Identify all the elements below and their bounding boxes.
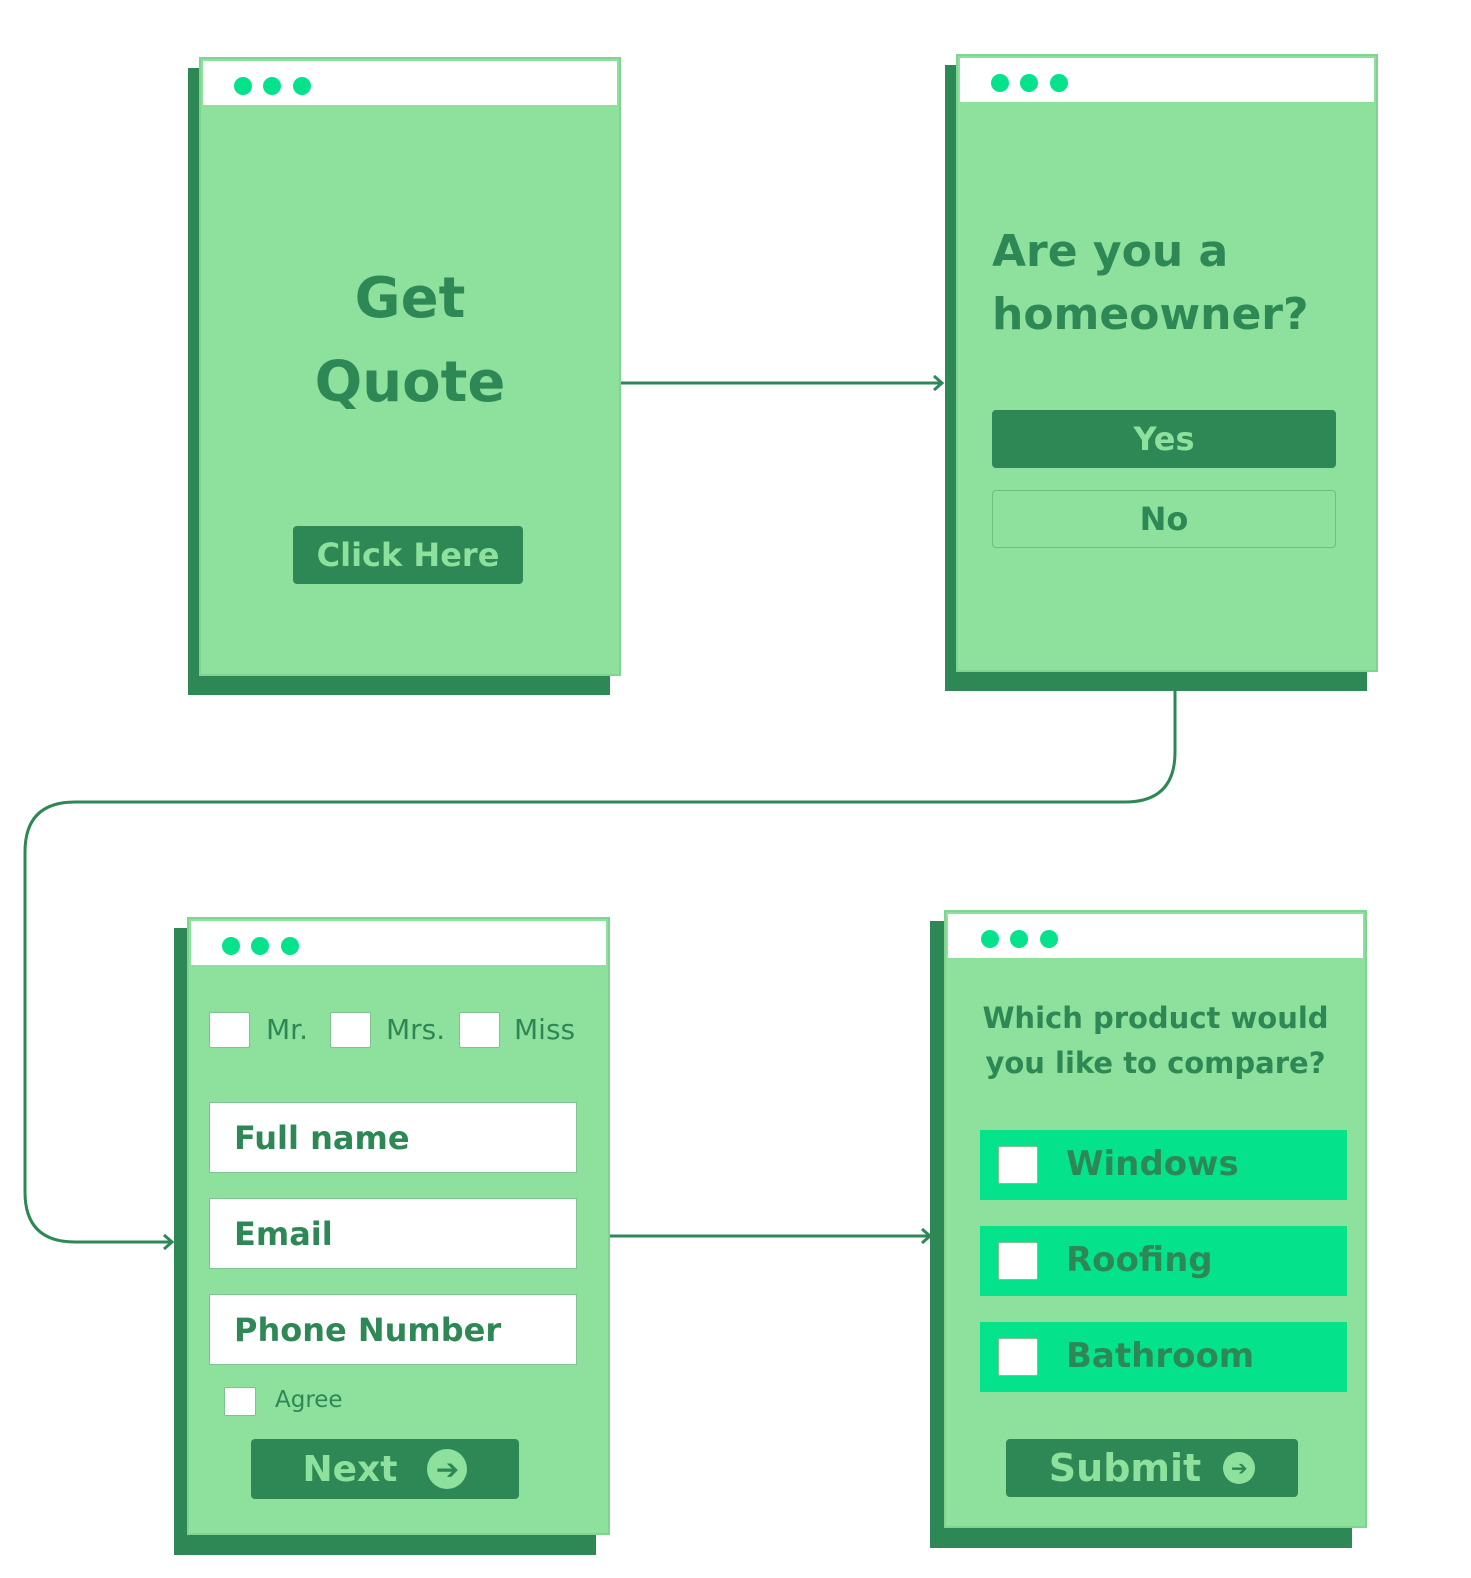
screen-homeowner: Are you a homeowner? Yes No (956, 54, 1378, 672)
next-button[interactable]: Next ➔ (251, 1439, 519, 1499)
mrs-checkbox[interactable] (330, 1012, 371, 1048)
yes-button[interactable]: Yes (992, 410, 1336, 468)
screen-product: Which product would you like to compare? … (944, 910, 1367, 1528)
mr-checkbox[interactable] (209, 1012, 250, 1048)
email-field[interactable]: Email (209, 1198, 577, 1269)
option-roofing[interactable]: Roofing (980, 1226, 1347, 1296)
mrs-label: Mrs. (386, 1013, 446, 1046)
title-line: Quote (314, 350, 506, 415)
question: Which product would you like to compare? (946, 996, 1365, 1086)
phone-field[interactable]: Phone Number (209, 1294, 577, 1365)
page-title: Get Quote (201, 257, 619, 425)
screen-get-quote: Get Quote Click Here (199, 57, 621, 676)
agree-label: Agree (275, 1387, 343, 1413)
window-titlebar (203, 61, 617, 105)
option-checkbox[interactable] (998, 1338, 1038, 1376)
question-line: Are you a (992, 226, 1229, 277)
title-line: Get (354, 266, 466, 331)
arrow-3-to-4 (609, 1227, 933, 1245)
window-dot-icon (222, 937, 240, 955)
window-titlebar (948, 914, 1363, 958)
arrow-right-circle-icon: ➔ (427, 1449, 468, 1489)
option-checkbox[interactable] (998, 1146, 1038, 1184)
window-dot-icon (1050, 74, 1068, 92)
window-dot-icon (1040, 930, 1058, 948)
option-label: Windows (1066, 1144, 1239, 1184)
arrow-right-circle-icon: ➔ (1223, 1452, 1256, 1484)
window-dot-icon (281, 937, 299, 955)
window-dot-icon (981, 930, 999, 948)
window-dot-icon (293, 77, 311, 95)
window-dot-icon (234, 77, 252, 95)
submit-button[interactable]: Submit ➔ (1006, 1439, 1298, 1497)
question-line: homeowner? (992, 289, 1309, 340)
click-here-button[interactable]: Click Here (293, 526, 523, 584)
full-name-field[interactable]: Full name (209, 1102, 577, 1173)
arrow-1-to-2 (620, 374, 945, 392)
question: Are you a homeowner? (992, 220, 1309, 346)
screen-contact-form: Mr. Mrs. Miss Full name Email Phone Numb… (187, 917, 610, 1535)
next-label: Next (302, 1448, 398, 1490)
option-windows[interactable]: Windows (980, 1130, 1347, 1200)
window-dot-icon (263, 77, 281, 95)
option-bathroom[interactable]: Bathroom (980, 1322, 1347, 1392)
submit-label: Submit (1048, 1446, 1202, 1490)
window-titlebar (191, 921, 606, 965)
window-dot-icon (251, 937, 269, 955)
miss-label: Miss (514, 1013, 576, 1046)
option-checkbox[interactable] (998, 1242, 1038, 1280)
question-line: you like to compare? (985, 1046, 1326, 1080)
window-titlebar (960, 58, 1374, 102)
miss-checkbox[interactable] (459, 1012, 500, 1048)
question-line: Which product would (982, 1001, 1329, 1035)
mr-label: Mr. (266, 1013, 308, 1046)
option-label: Bathroom (1066, 1336, 1255, 1376)
window-dot-icon (1010, 930, 1028, 948)
no-button[interactable]: No (992, 490, 1336, 548)
window-dot-icon (1020, 74, 1038, 92)
option-label: Roofing (1066, 1240, 1213, 1280)
window-dot-icon (991, 74, 1009, 92)
agree-checkbox[interactable] (224, 1387, 256, 1416)
